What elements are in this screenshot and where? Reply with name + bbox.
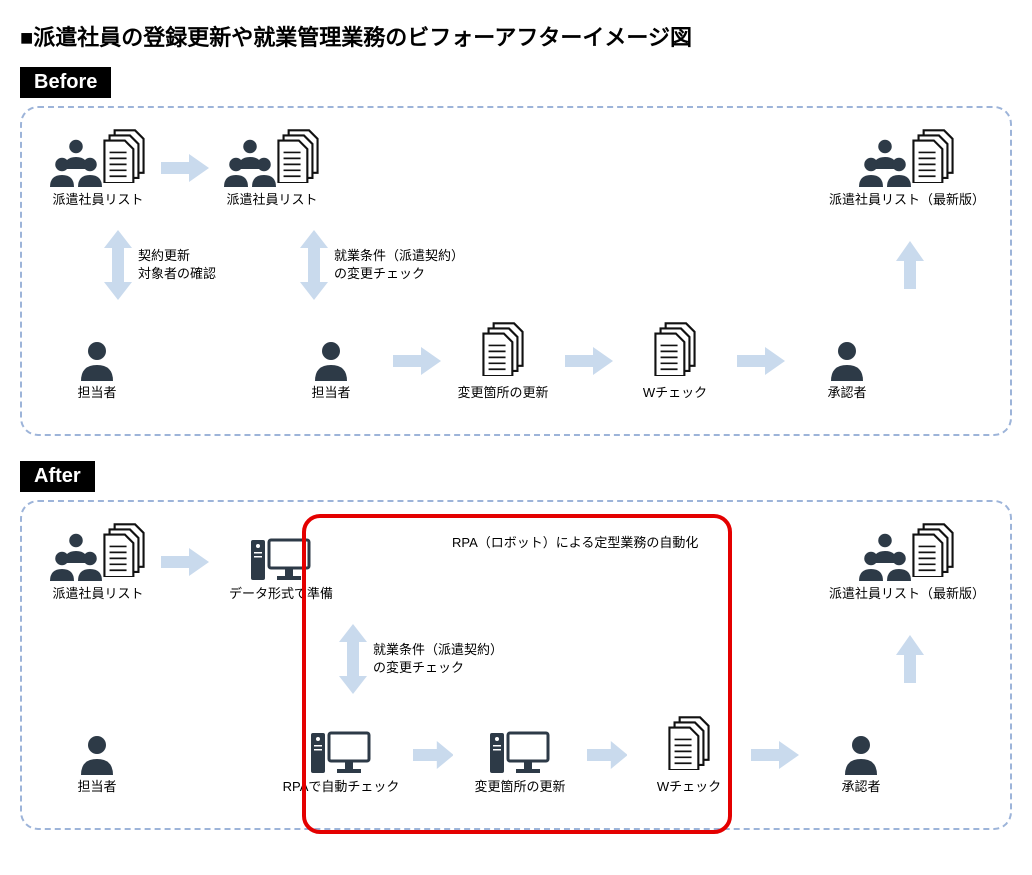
label: 担当者 [77,385,116,402]
documents-icon [277,127,320,183]
label: 派遣社員リスト [52,192,143,209]
before-approver: 承認者 [797,321,897,402]
arrow-right-icon [161,548,209,576]
arrow-updown-icon [339,624,367,694]
documents-icon [482,320,525,376]
person-icon [77,731,117,775]
label: 派遣社員リスト [52,586,143,603]
label: 派遣社員リスト（最新版） [829,586,985,603]
before-person-2: 担当者 [281,321,381,402]
arrow-right-icon [393,347,441,375]
computer-icon [490,725,550,775]
label: 就業条件（派遣契約） の変更チェック [334,247,464,282]
before-label: Before [20,67,111,98]
arrow-right-icon [413,741,453,769]
label: データ形式で準備 [229,586,333,603]
label: 就業条件（派遣契約） の変更チェック [373,641,503,676]
group-icon [856,136,912,188]
before-panel: 派遣社員リスト 派遣社員リスト 派遣社員リスト（最新版） 契約更新 対象者の確認 [20,106,1012,436]
before-list-latest: 派遣社員リスト（最新版） [829,128,985,209]
documents-icon [103,127,146,183]
person-icon [77,337,117,381]
label: 承認者 [827,385,866,402]
label: 担当者 [311,385,350,402]
after-person-1: 担当者 [47,715,147,796]
before-update: 変更箇所の更新 [453,321,553,402]
documents-icon [654,320,697,376]
arrow-updown-icon [104,230,132,300]
after-list-latest: 派遣社員リスト（最新版） [829,522,985,603]
arrow-updown-icon [300,230,328,300]
label: Wチェック [657,779,721,796]
after-update: 変更箇所の更新 [465,715,575,796]
group-icon [221,136,277,188]
group-icon [47,136,103,188]
label: 派遣社員リスト（最新版） [829,192,985,209]
computer-icon [311,725,371,775]
after-approver: 承認者 [811,715,911,796]
arrow-right-icon [565,347,613,375]
label: Wチェック [643,385,707,402]
group-icon [856,530,912,582]
group-icon [47,530,103,582]
computer-icon [251,532,311,582]
page-title: ■派遣社員の登録更新や就業管理業務のビフォーアフターイメージ図 [20,20,1012,52]
rpa-caption: RPA（ロボット）による定型業務の自動化 [452,532,698,551]
after-panel: RPA（ロボット）による定型業務の自動化 派遣社員リスト データ形式で準備 派遣… [20,500,1012,830]
after-rpa-check: RPAで自動チェック [281,715,401,796]
documents-icon [912,127,955,183]
arrow-right-icon [161,154,209,182]
arrow-up-icon [896,241,924,289]
person-icon [827,337,867,381]
label: 変更箇所の更新 [474,779,565,796]
before-person-1: 担当者 [47,321,147,402]
arrow-right-icon [751,741,799,769]
documents-icon [912,521,955,577]
label: 変更箇所の更新 [457,385,548,402]
label: 派遣社員リスト [226,192,317,209]
person-icon [311,337,351,381]
arrow-up-icon [896,635,924,683]
before-list-2: 派遣社員リスト [221,128,323,209]
after-list-1: 派遣社員リスト [47,522,149,603]
documents-icon [668,714,711,770]
label: 承認者 [841,779,880,796]
arrow-right-icon [737,347,785,375]
label: 契約更新 対象者の確認 [138,247,216,282]
after-label: After [20,461,95,492]
arrow-right-icon [587,741,627,769]
after-data-prep: データ形式で準備 [221,522,341,603]
before-wcheck: Wチェック [625,321,725,402]
before-list-1: 派遣社員リスト [47,128,149,209]
person-icon [841,731,881,775]
after-wcheck: Wチェック [639,715,739,796]
label: 担当者 [77,779,116,796]
documents-icon [103,521,146,577]
label: RPAで自動チェック [283,779,400,796]
